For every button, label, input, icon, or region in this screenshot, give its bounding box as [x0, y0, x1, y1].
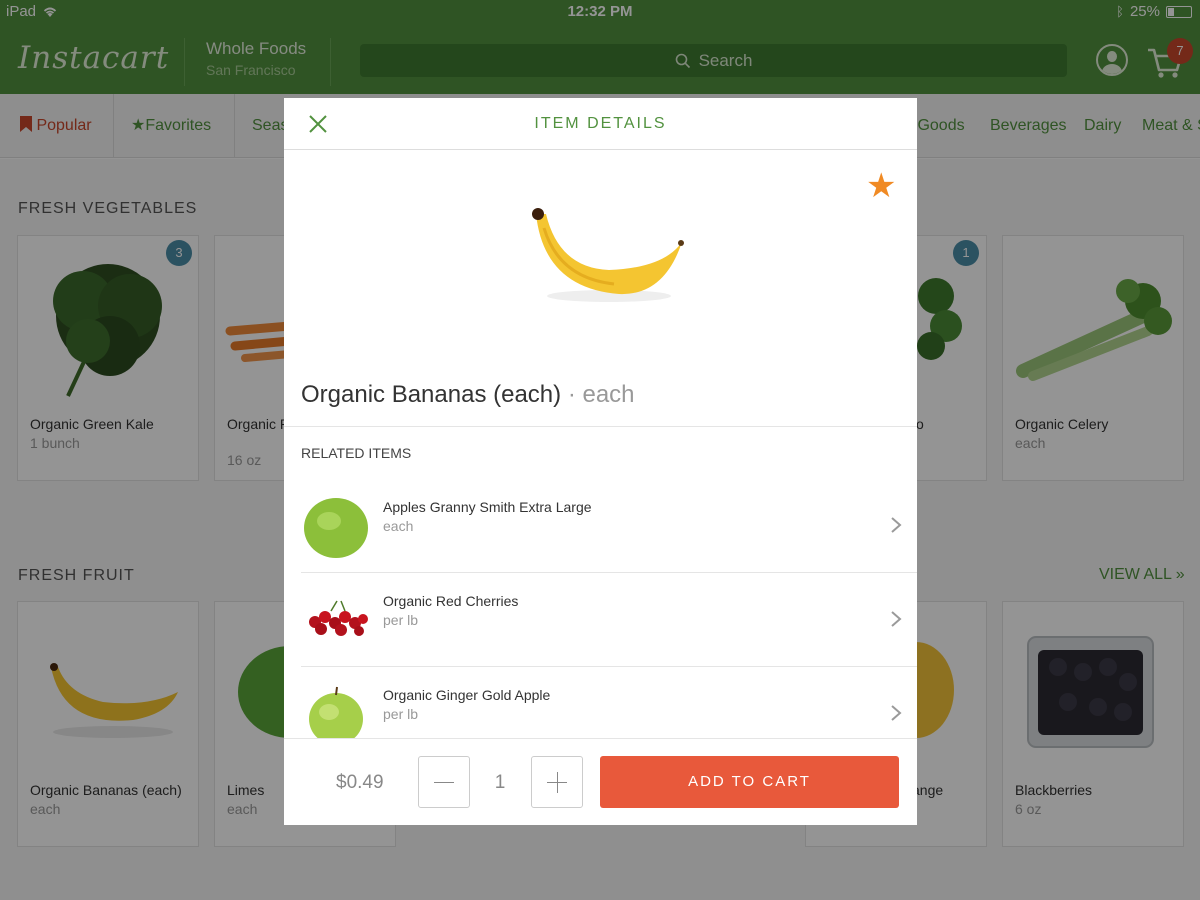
- item-unit: · each: [567, 381, 635, 408]
- decrease-quantity-button[interactable]: [418, 756, 470, 808]
- modal-footer: $0.49 1 ADD TO CART: [284, 738, 917, 825]
- chevron-right-icon: [891, 517, 902, 533]
- chevron-right-icon: [891, 705, 902, 721]
- item-price: $0.49: [336, 772, 384, 793]
- green-apple-image: [304, 498, 368, 558]
- item-title: Organic Bananas (each) · each: [301, 381, 635, 409]
- cherries-image: [309, 600, 368, 636]
- related-item-name: Organic Ginger Gold Apple: [383, 687, 551, 703]
- related-item-name: Organic Red Cherries: [383, 593, 519, 609]
- increase-quantity-button[interactable]: [531, 756, 583, 808]
- item-details-modal: ITEM DETAILS ★ Organic Bananas (each) · …: [284, 98, 917, 825]
- favorite-star-icon[interactable]: ★: [866, 166, 896, 206]
- related-item-unit: per lb: [383, 612, 419, 628]
- item-name: Organic Bananas (each): [301, 381, 562, 408]
- related-items-label: RELATED ITEMS: [301, 445, 412, 461]
- related-item-row[interactable]: Apples Granny Smith Extra Large each: [301, 479, 917, 573]
- banana-image: [532, 208, 684, 302]
- related-item-unit: each: [383, 518, 414, 534]
- modal-title: ITEM DETAILS: [534, 115, 667, 132]
- related-item-unit: per lb: [383, 706, 419, 722]
- related-item-row[interactable]: Organic Red Cherries per lb: [301, 573, 917, 667]
- modal-header: ITEM DETAILS: [284, 98, 917, 150]
- related-item-name: Apples Granny Smith Extra Large: [383, 499, 592, 515]
- add-to-cart-button[interactable]: ADD TO CART: [600, 756, 899, 808]
- quantity-value: 1: [494, 772, 506, 793]
- section-divider: [284, 426, 917, 427]
- chevron-right-icon: [891, 611, 902, 627]
